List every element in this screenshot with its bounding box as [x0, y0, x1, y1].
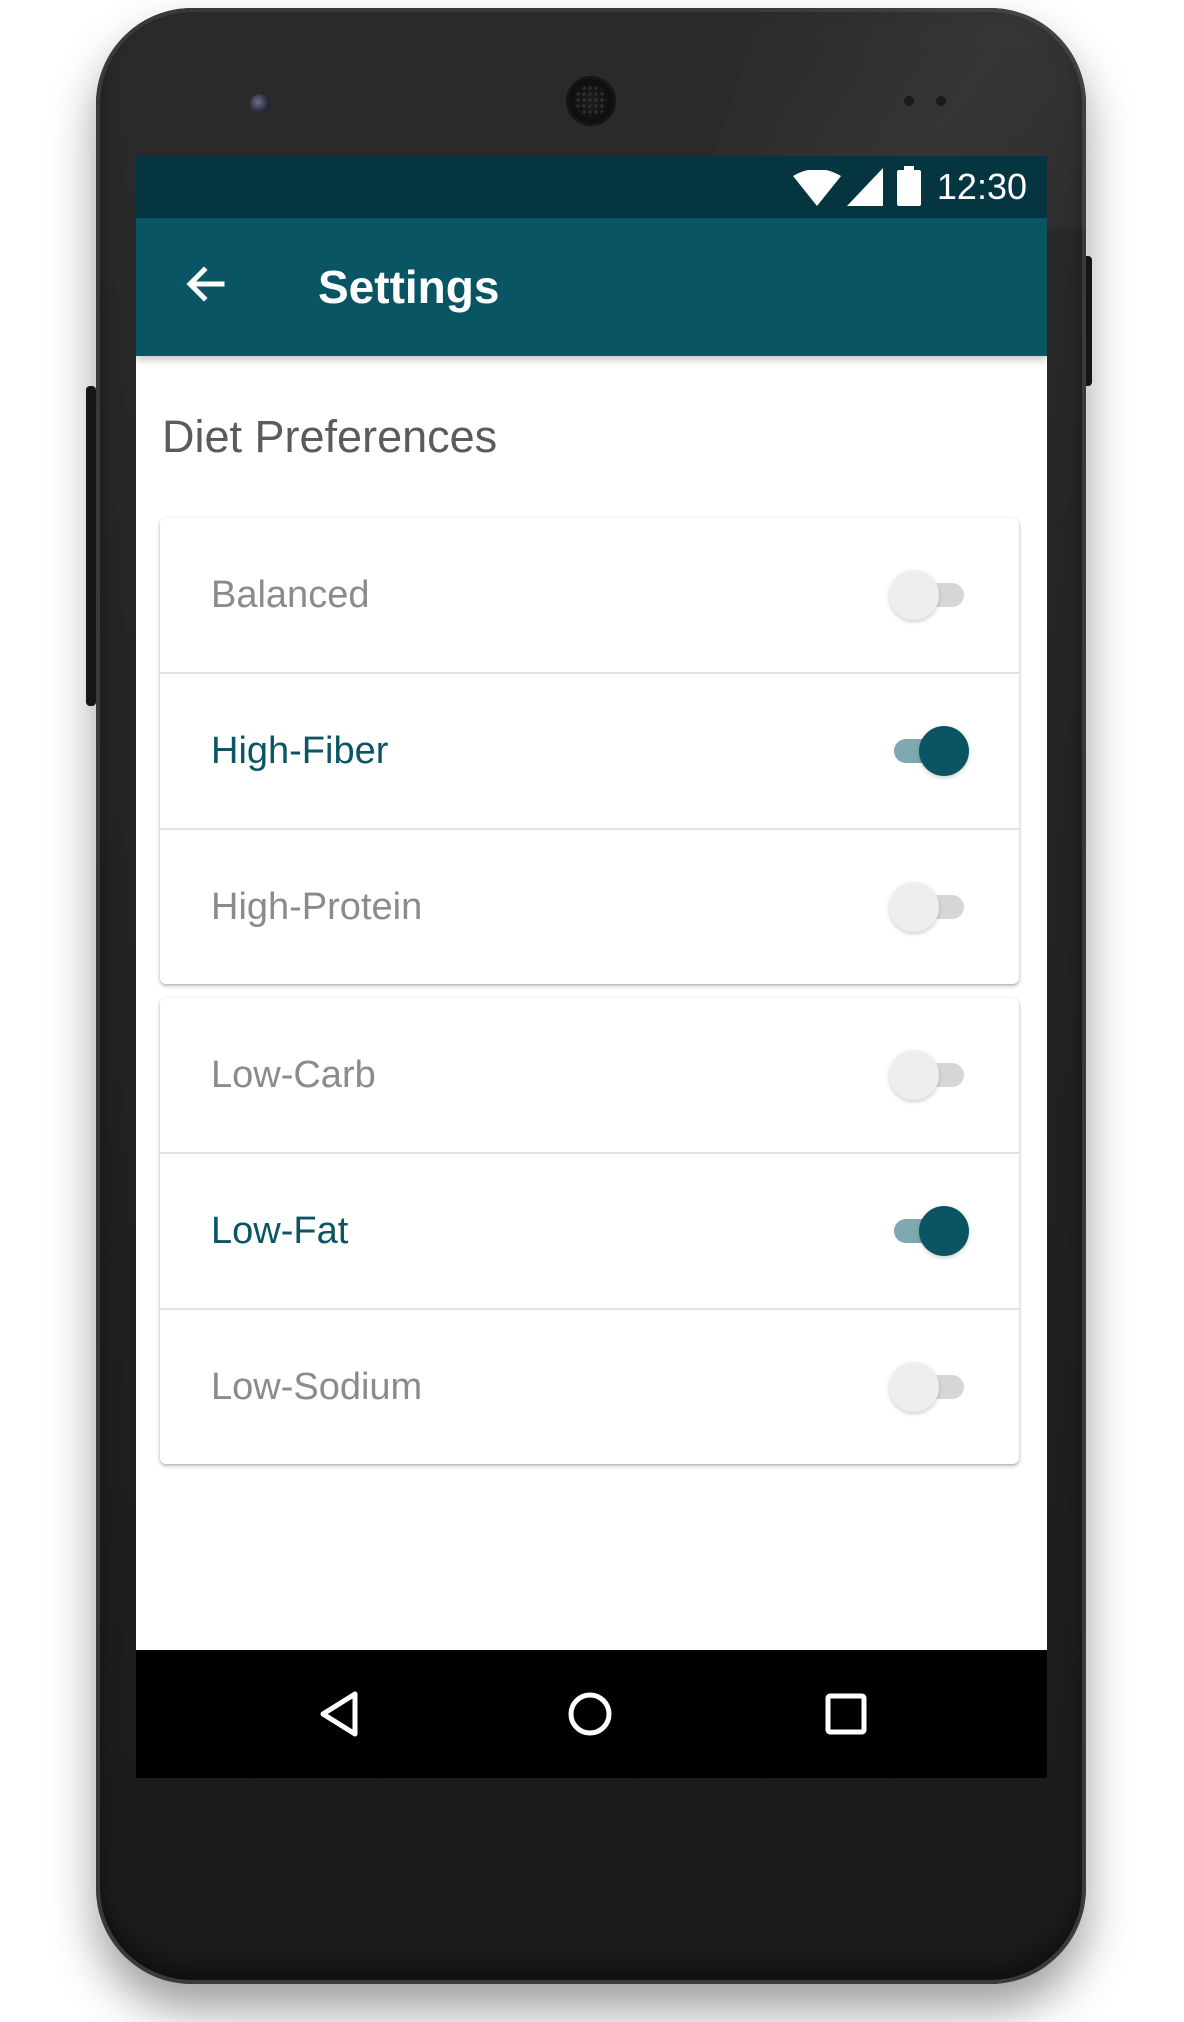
earpiece-speaker [566, 76, 616, 126]
battery-icon [897, 166, 921, 206]
light-sensor [936, 96, 946, 106]
switch-thumb [889, 1050, 939, 1100]
wifi-icon [793, 170, 841, 206]
status-bar: 12:30 [136, 156, 1047, 218]
arrow-left-icon[interactable] [182, 260, 230, 308]
preference-row-low-fat[interactable]: Low-Fat [160, 1154, 1019, 1310]
switch-thumb [919, 726, 969, 776]
app-bar: Settings [136, 218, 1047, 356]
preference-label: Low-Fat [211, 1210, 349, 1252]
front-camera [250, 94, 270, 114]
preference-label: High-Protein [211, 886, 423, 928]
toggle-switch-balanced[interactable] [889, 570, 969, 620]
switch-thumb [889, 570, 939, 620]
toggle-switch-low-fat[interactable] [889, 1206, 969, 1256]
preference-row-high-fiber[interactable]: High-Fiber [160, 674, 1019, 830]
toggle-switch-low-carb[interactable] [889, 1050, 969, 1100]
recents-square-icon[interactable] [818, 1686, 874, 1742]
switch-thumb [919, 1206, 969, 1256]
back-triangle-icon[interactable] [311, 1686, 367, 1742]
switch-thumb [889, 1362, 939, 1412]
preferences-card-2: Low-Carb Low-Fat Low-Sodium [160, 998, 1019, 1464]
preference-row-balanced[interactable]: Balanced [160, 518, 1019, 674]
preference-row-low-carb[interactable]: Low-Carb [160, 998, 1019, 1154]
preference-row-high-protein[interactable]: High-Protein [160, 830, 1019, 984]
toggle-switch-low-sodium[interactable] [889, 1362, 969, 1412]
preference-label: Low-Sodium [211, 1366, 423, 1408]
preference-label: Low-Carb [211, 1054, 376, 1096]
proximity-sensor [904, 96, 914, 106]
preferences-card-1: Balanced High-Fiber High-Protein [160, 518, 1019, 984]
volume-button[interactable] [86, 386, 96, 706]
cellular-signal-icon [847, 168, 883, 206]
navigation-bar [136, 1650, 1047, 1778]
preference-row-low-sodium[interactable]: Low-Sodium [160, 1310, 1019, 1464]
switch-thumb [889, 882, 939, 932]
status-time: 12:30 [936, 166, 1027, 207]
preference-label: High-Fiber [211, 730, 389, 772]
page-title: Settings [318, 261, 500, 313]
toggle-switch-high-protein[interactable] [889, 882, 969, 932]
home-circle-icon[interactable] [562, 1686, 618, 1742]
section-title: Diet Preferences [162, 411, 498, 462]
toggle-switch-high-fiber[interactable] [889, 726, 969, 776]
preference-label: Balanced [211, 574, 370, 616]
screen: 12:30 Settings Diet Preferences Balanced… [136, 156, 1047, 1778]
